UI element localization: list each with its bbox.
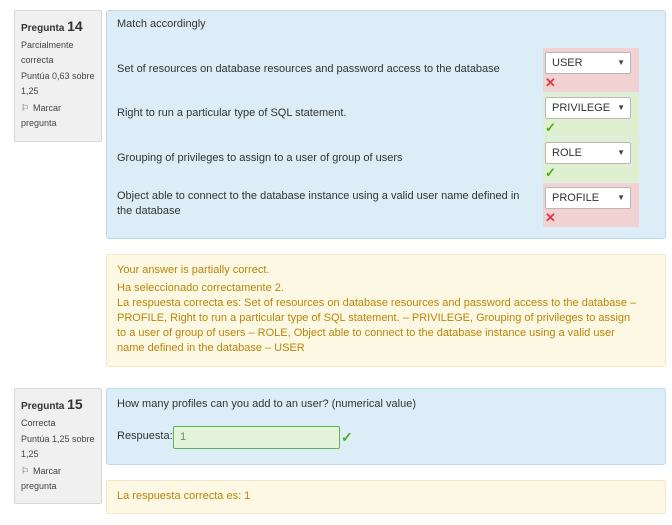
question-info-14: Pregunta 14 Parcialmente correcta Puntúa… (14, 10, 102, 142)
match-select-value: PROFILE (552, 192, 600, 204)
cross-icon: ✕ (545, 210, 556, 225)
match-select-2[interactable]: PRIVILEGE ▼ (545, 97, 631, 119)
question-feedback-15: La respuesta correcta es: 1 (106, 480, 666, 514)
match-answer-cell-2: PRIVILEGE ▼ ✓ (543, 93, 639, 137)
question-number-value: 14 (67, 18, 83, 34)
question-formulation-15: How many profiles can you add to an user… (106, 388, 666, 465)
question-state: Parcialmente correcta (21, 40, 74, 65)
match-stem-2: Right to run a particular type of SQL st… (117, 107, 347, 119)
question-grade: Puntúa 0,63 sobre 1,25 (21, 71, 95, 96)
feedback-summary: Your answer is partially correct. (117, 264, 270, 276)
match-select-4[interactable]: PROFILE ▼ (545, 187, 631, 209)
question-grade: Puntúa 1,25 sobre 1,25 (21, 434, 95, 459)
feedback-right-answer: La respuesta correcta es: 1 (117, 490, 251, 502)
match-answer-cell-4: PROFILE ▼ ✕ (543, 183, 639, 227)
question-number-value: 15 (67, 396, 83, 412)
check-icon: ✓ (545, 165, 556, 180)
match-stem-4: Object able to connect to the database i… (117, 190, 520, 217)
flag-question-link[interactable]: ⚐ Marcar pregunta (21, 464, 97, 494)
caret-down-icon: ▼ (617, 103, 625, 112)
answer-label: Respuesta: (117, 430, 173, 442)
match-select-value: ROLE (552, 147, 582, 159)
question-label: Pregunta (21, 401, 65, 412)
feedback-correct-count: Ha seleccionado correctamente 2. (117, 282, 284, 294)
question-formulation-14: Match accordingly Set of resources on da… (106, 10, 666, 239)
match-answer-cell-3: ROLE ▼ ✓ (543, 138, 639, 182)
match-stem-1: Set of resources on database resources a… (117, 63, 500, 75)
question-feedback-14: Your answer is partially correct. Ha sel… (106, 254, 666, 367)
match-stem-3: Grouping of privileges to assign to a us… (117, 152, 403, 164)
question-number: Pregunta 14 (21, 17, 97, 38)
flag-icon: ⚐ (21, 466, 30, 476)
match-select-value: USER (552, 57, 583, 69)
match-select-value: PRIVILEGE (552, 102, 611, 114)
caret-down-icon: ▼ (617, 58, 625, 67)
question-text: How many profiles can you add to an user… (117, 398, 416, 410)
answer-input[interactable]: 1 (173, 426, 340, 449)
flag-question-link[interactable]: ⚐ Marcar pregunta (21, 101, 97, 131)
caret-down-icon: ▼ (617, 193, 625, 202)
question-state: Correcta (21, 418, 56, 428)
flag-icon: ⚐ (21, 103, 30, 113)
match-select-1[interactable]: USER ▼ (545, 52, 631, 74)
question-label: Pregunta (21, 23, 65, 34)
question-number: Pregunta 15 (21, 395, 97, 416)
feedback-right-answer: La respuesta correcta es: Set of resourc… (117, 297, 637, 354)
question-text: Match accordingly (117, 18, 206, 30)
cross-icon: ✕ (545, 75, 556, 90)
caret-down-icon: ▼ (617, 148, 625, 157)
check-icon: ✓ (545, 120, 556, 135)
question-info-15: Pregunta 15 Correcta Puntúa 1,25 sobre 1… (14, 388, 102, 504)
match-select-3[interactable]: ROLE ▼ (545, 142, 631, 164)
check-icon: ✓ (341, 429, 353, 445)
match-answer-cell-1: USER ▼ ✕ (543, 48, 639, 92)
